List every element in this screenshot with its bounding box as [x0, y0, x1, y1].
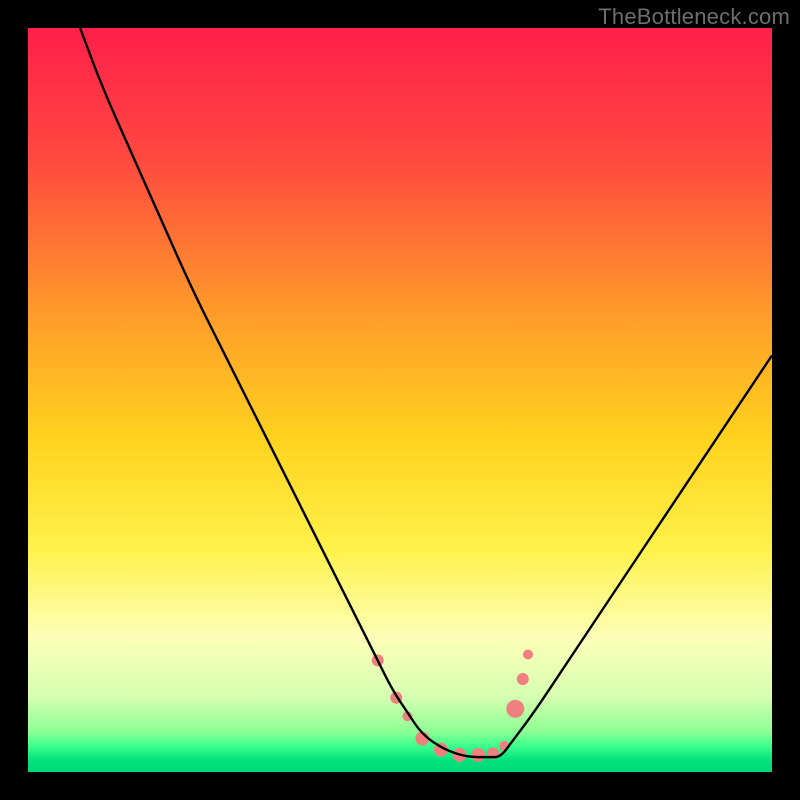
- marker-dot: [506, 700, 524, 718]
- watermark-text: TheBottleneck.com: [598, 4, 790, 30]
- marker-dot: [471, 748, 485, 762]
- marker-dot: [517, 673, 529, 685]
- chart-frame: TheBottleneck.com: [0, 0, 800, 800]
- plot-area: [28, 28, 772, 772]
- marker-dot: [523, 649, 533, 659]
- gradient-background: [28, 28, 772, 772]
- plot-svg: [28, 28, 772, 772]
